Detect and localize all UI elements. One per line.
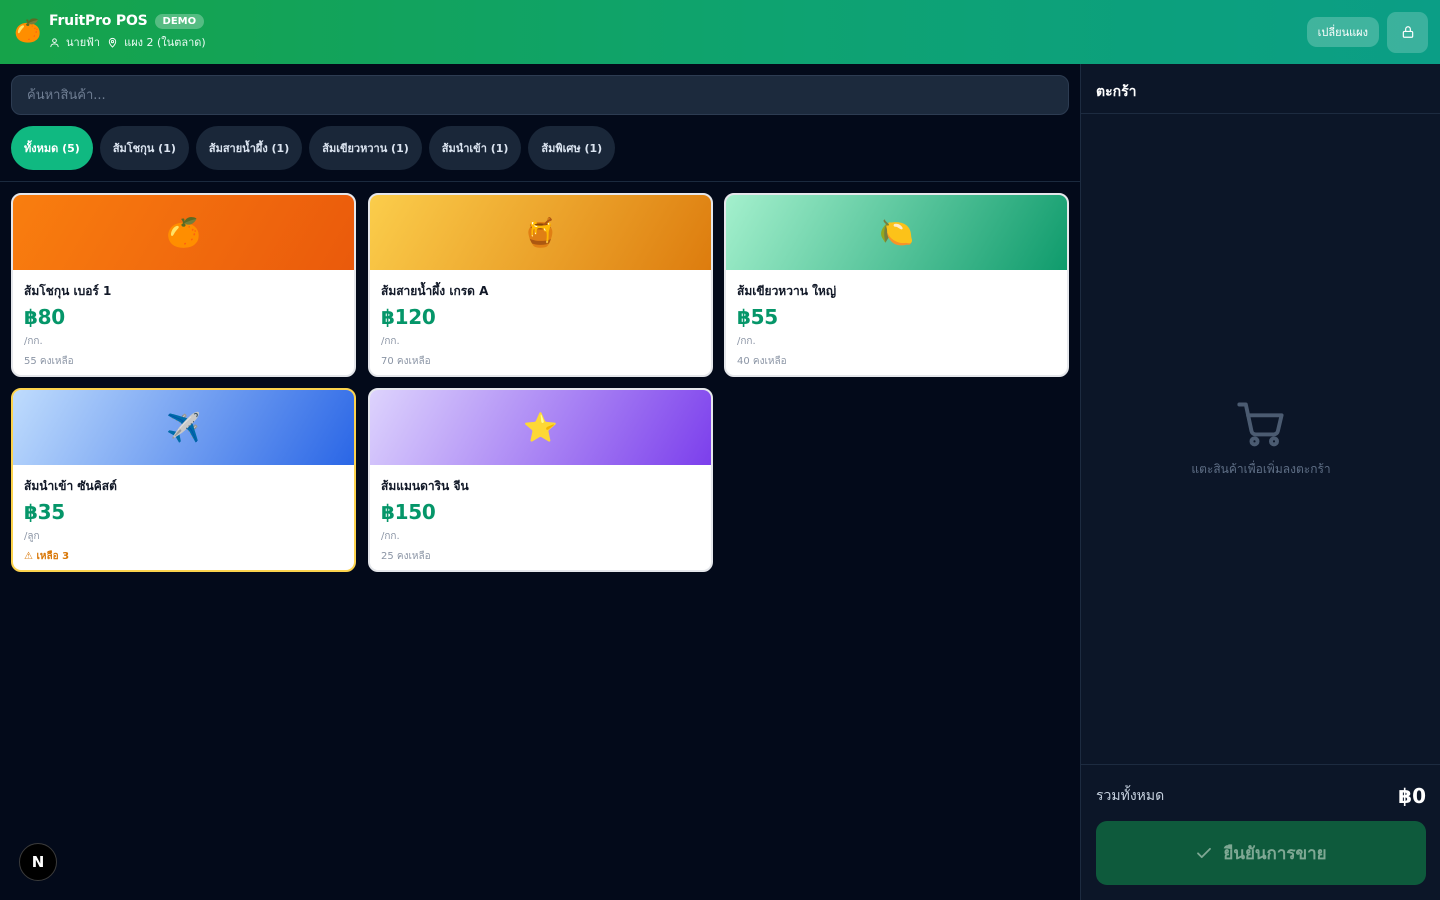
divider <box>1081 113 1440 114</box>
product-info: ส้มเขียวหวาน ใหญ่฿55/กก. 40 คงเหลือ <box>726 270 1067 369</box>
product-price: ฿120 <box>381 305 436 329</box>
cart-empty-state: แตะสินค้าเพื่อเพิ่มลงตะกร้า <box>1081 398 1440 479</box>
search-input[interactable] <box>11 75 1069 115</box>
divider <box>1081 764 1440 765</box>
product-banner: 🍊 <box>13 195 354 270</box>
product-banner: ✈️ <box>13 390 354 465</box>
search-bar <box>11 75 1069 115</box>
product-info: ส้มแมนดาริน จีน฿150/กก. 25 คงเหลือ <box>370 465 711 564</box>
product-banner: 🍯 <box>370 195 711 270</box>
total-value: ฿0 <box>1398 784 1426 808</box>
low-stock-warning: ⚠ เหลือ 3 <box>24 551 70 562</box>
product-price: ฿80 <box>24 305 65 329</box>
category-tab[interactable]: ส้มนำเข้า (1) <box>428 126 522 170</box>
category-tab[interactable]: ส้มสายน้ำผึ้ง (1) <box>195 126 303 170</box>
orange-logo-icon: 🍊 <box>14 19 42 44</box>
lock-button[interactable] <box>1387 11 1428 53</box>
product-emoji-icon: 🍯 <box>523 216 558 249</box>
category-tab[interactable]: ส้มพิเศษ (1) <box>528 126 616 170</box>
product-card[interactable]: 🍊 ส้มโชกุน เบอร์ 1 ฿80/กก. 55 คงเหลือ <box>11 193 356 377</box>
dev-tools-badge[interactable]: N <box>19 843 57 881</box>
product-catalog: ทั้งหมด (5)ส้มโชกุน (1)ส้มสายน้ำผึ้ง (1)… <box>0 64 1080 900</box>
product-banner: 🍋 <box>726 195 1067 270</box>
product-stock: 55 คงเหลือ <box>24 356 74 367</box>
app-header: 🍊 FruitPro POS DEMO นายฟ้า แผง 2 (ในตลาด… <box>0 0 1440 64</box>
stall-location: แผง 2 (ในตลาด) <box>124 36 206 49</box>
check-icon <box>1197 847 1212 859</box>
divider <box>0 181 1080 182</box>
app-title: FruitPro POS <box>49 13 148 29</box>
product-emoji-icon: 🍊 <box>166 216 201 249</box>
total-label: รวมทั้งหมด <box>1096 788 1165 804</box>
product-emoji-icon: 🍋 <box>879 216 914 249</box>
category-tab[interactable]: ทั้งหมด (5) <box>11 126 93 170</box>
product-stock: 40 คงเหลือ <box>737 356 787 367</box>
product-name: ส้มนำเข้า ซันคิสต์ <box>24 479 117 493</box>
product-card[interactable]: 🍯 ส้มสายน้ำผึ้ง เกรด A ฿120/กก. 70 คงเหลือ <box>368 193 713 377</box>
product-name: ส้มสายน้ำผึ้ง เกรด A <box>381 284 489 298</box>
confirm-sale-label: ยืนยันการขาย <box>1223 843 1327 864</box>
product-stock: 25 คงเหลือ <box>381 551 431 562</box>
demo-badge: DEMO <box>154 13 205 29</box>
product-name: ส้มเขียวหวาน ใหญ่ <box>737 284 837 298</box>
product-price: ฿150 <box>381 500 436 524</box>
product-stock: 70 คงเหลือ <box>381 356 431 367</box>
product-info: ส้มนำเข้า ซันคิสต์฿35/ลูก ⚠ เหลือ 3 <box>13 465 354 564</box>
product-price: ฿55 <box>737 305 778 329</box>
product-info: ส้มสายน้ำผึ้ง เกรด A ฿120/กก. 70 คงเหลือ <box>370 270 711 369</box>
product-emoji-icon: ⭐ <box>523 411 558 444</box>
map-pin-icon <box>108 37 117 48</box>
session-info: นายฟ้า แผง 2 (ในตลาด) <box>49 33 206 51</box>
product-emoji-icon: ✈️ <box>166 411 201 444</box>
product-banner: ⭐ <box>370 390 711 465</box>
product-unit: /ลูก <box>24 531 40 542</box>
category-tab[interactable]: ส้มโชกุน (1) <box>99 126 189 170</box>
category-tab[interactable]: ส้มเขียวหวาน (1) <box>309 126 422 170</box>
product-unit: /กก. <box>381 531 400 542</box>
product-card[interactable]: 🍋 ส้มเขียวหวาน ใหญ่฿55/กก. 40 คงเหลือ <box>724 193 1069 377</box>
lock-icon <box>1402 26 1413 38</box>
cart-title: ตะกร้า <box>1096 84 1137 100</box>
product-name: ส้มแมนดาริน จีน <box>381 479 469 493</box>
switch-stall-button[interactable]: เปลี่ยนแผง <box>1306 17 1379 47</box>
product-name: ส้มโชกุน เบอร์ 1 <box>24 284 112 298</box>
cart-total-row: รวมทั้งหมด ฿0 <box>1096 784 1426 808</box>
brand-block: FruitPro POS DEMO นายฟ้า แผง 2 (ในตลาด) <box>49 13 206 51</box>
shopping-cart-icon <box>1237 402 1284 447</box>
user-icon <box>50 37 59 47</box>
product-unit: /กก. <box>381 336 400 347</box>
confirm-sale-button[interactable]: ยืนยันการขาย <box>1096 821 1426 885</box>
product-unit: /กก. <box>24 336 43 347</box>
category-tabs: ทั้งหมด (5) ส้มโชกุน (1) ส้มสายน้ำผึ้ง (1)… <box>11 126 622 170</box>
cart-empty-text: แตะสินค้าเพื่อเพิ่มลงตะกร้า <box>1191 462 1331 476</box>
product-info: ส้มโชกุน เบอร์ 1 ฿80/กก. 55 คงเหลือ <box>13 270 354 369</box>
product-card[interactable]: ✈️ ส้มนำเข้า ซันคิสต์฿35/ลูก ⚠ เหลือ 3 <box>11 388 356 572</box>
product-card[interactable]: ⭐ ส้มแมนดาริน จีน฿150/กก. 25 คงเหลือ <box>368 388 713 572</box>
user-name: นายฟ้า <box>66 36 101 49</box>
product-price: ฿35 <box>24 500 65 524</box>
product-unit: /กก. <box>737 336 756 347</box>
cart-panel: ตะกร้า แตะสินค้าเพื่อเพิ่มลงตะกร้า รวมทั… <box>1080 64 1440 900</box>
